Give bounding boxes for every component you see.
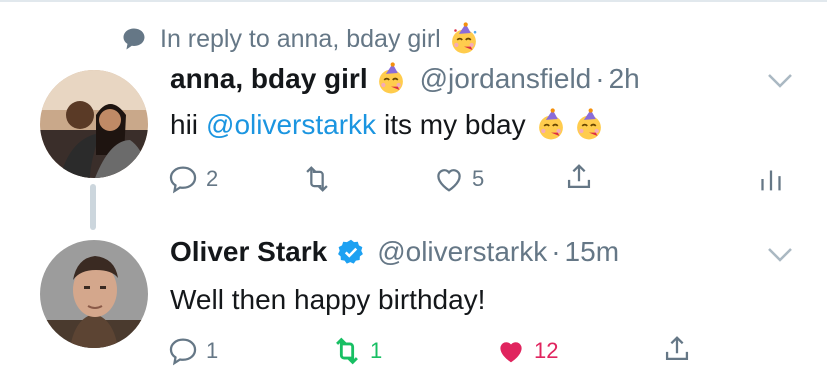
share-button[interactable] (660, 332, 694, 366)
separator-dot: · (595, 63, 605, 94)
reply-context[interactable]: In reply to anna, bday girl (120, 22, 481, 56)
timestamp[interactable]: 15m (565, 236, 619, 268)
like-button[interactable]: 12 (494, 334, 558, 368)
separator-dot: · (551, 236, 561, 267)
partying-face-emoji (451, 22, 477, 54)
avatar-oliver[interactable] (40, 240, 148, 348)
reply-button[interactable]: 1 (166, 334, 218, 368)
retweet-button[interactable]: 1 (330, 334, 382, 368)
analytics-icon (761, 170, 781, 191)
reply-count: 1 (206, 338, 219, 363)
timestamp[interactable]: 2h (609, 63, 640, 95)
like-button[interactable]: 5 (432, 162, 484, 196)
reply-button[interactable]: 2 (166, 162, 218, 196)
tweet-header: anna, bday girl @jordansfield · 2h (170, 62, 640, 96)
share-button[interactable] (562, 160, 596, 194)
verified-badge-icon (338, 239, 364, 264)
chevron-down-icon[interactable] (766, 246, 794, 264)
tweet-text: hii @oliverstarkk its my bday (170, 108, 606, 142)
reply-context-text: In reply to anna, bday girl (160, 24, 441, 53)
like-count: 5 (472, 166, 485, 191)
share-icon (665, 336, 689, 361)
retweet-icon (306, 166, 328, 192)
partying-face-emoji (378, 62, 403, 94)
speech-bubble-icon (123, 28, 145, 50)
display-name[interactable]: anna, bday girl (170, 63, 368, 95)
partying-face-emoji (538, 108, 563, 140)
thread-connector-line (90, 184, 96, 230)
tweet-text-end: its my bday (384, 109, 526, 140)
reply-icon (169, 338, 197, 366)
user-handle[interactable]: @oliverstarkk (377, 236, 547, 268)
reply-icon (169, 166, 197, 194)
heart-filled-icon (500, 342, 522, 363)
user-handle[interactable]: @jordansfield (420, 63, 592, 95)
tweet-text-start: hii (170, 109, 199, 140)
chevron-down-icon[interactable] (766, 72, 794, 90)
mention-link[interactable]: @oliverstarkk (206, 109, 376, 141)
share-icon (567, 164, 591, 189)
display-name[interactable]: Oliver Stark (170, 236, 327, 268)
top-divider (0, 0, 827, 2)
avatar-anna[interactable] (40, 70, 148, 178)
retweet-button[interactable] (300, 162, 340, 196)
heart-outline-icon (437, 169, 461, 192)
retweet-count: 1 (370, 338, 383, 363)
tweet-text: Well then happy birthday! (170, 284, 485, 316)
like-count: 12 (534, 338, 559, 363)
retweet-icon (336, 337, 358, 365)
partying-face-emoji (576, 108, 601, 140)
tweet-header: Oliver Stark @oliverstarkk · 15m (170, 236, 619, 268)
analytics-button[interactable] (754, 162, 788, 196)
reply-count: 2 (206, 166, 219, 191)
tweet-text-body: Well then happy birthday! (170, 284, 486, 315)
